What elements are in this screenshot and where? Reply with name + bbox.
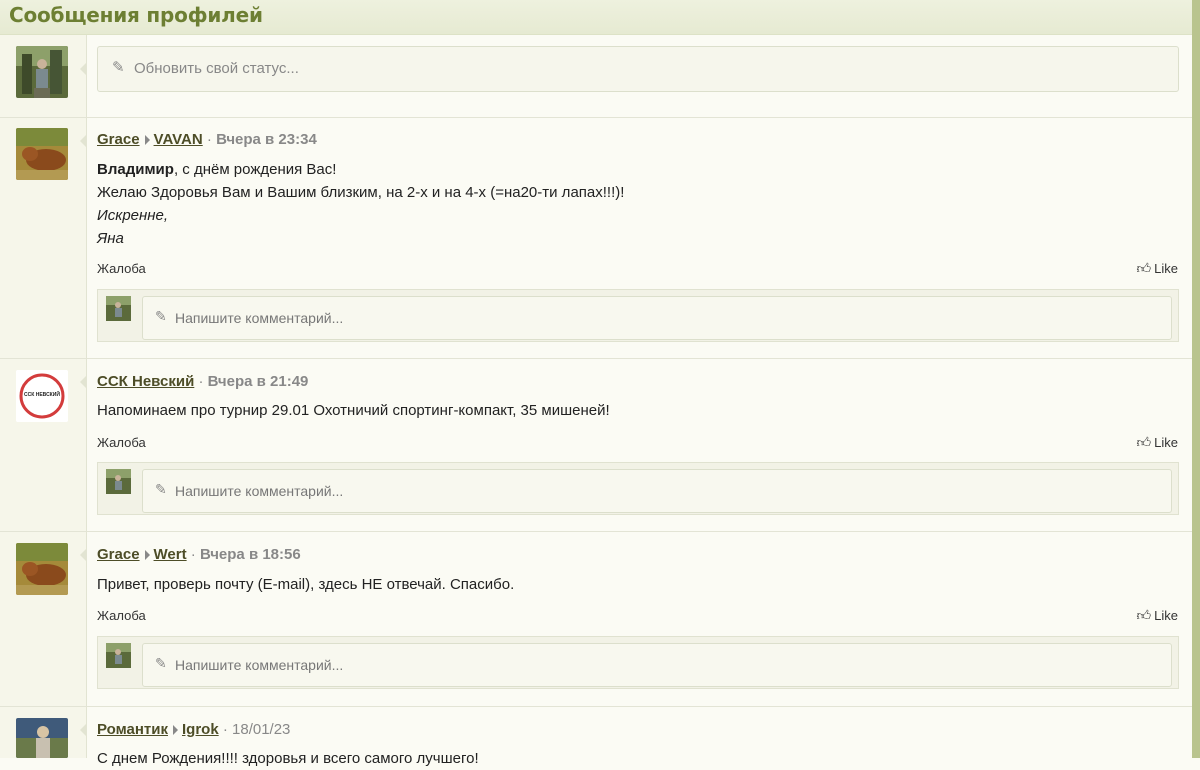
status-update-row: ✎ Обновить свой статус... [0, 35, 1192, 118]
report-link[interactable]: Жалоба [97, 608, 146, 623]
author-avatar[interactable]: ССК НЕВСКИЙ [16, 370, 68, 422]
scroll-accent-bar [1192, 0, 1200, 758]
author-link[interactable]: Grace [97, 546, 140, 563]
thumbs-up-icon: 👍︎ [1136, 607, 1152, 623]
profile-post: Grace Wert · Вчера в 18:56 Привет, провер… [0, 532, 1192, 707]
message-line: Искренне, [97, 207, 169, 224]
page-title: Сообщения профилей [9, 3, 263, 27]
like-button[interactable]: 👍︎ Like [1137, 607, 1179, 624]
recipient-link[interactable]: Wert [154, 546, 187, 563]
like-button[interactable]: 👍︎ Like [1137, 434, 1179, 451]
comment-input[interactable]: ✎ Напишите комментарий... [142, 296, 1172, 340]
pointer-arrow [80, 134, 87, 148]
page-header: Сообщения профилей [0, 0, 1192, 35]
comment-area: ✎ Напишите комментарий... [97, 289, 1179, 342]
post-body: С днем Рождения!!!! здоровья и всего сам… [97, 750, 479, 767]
profile-post: Романтик Igrok · 18/01/23 С днем Рождения… [0, 707, 1192, 767]
thumbs-up-icon: 👍︎ [1136, 434, 1152, 450]
thumbs-up-icon: 👍︎ [1136, 260, 1152, 276]
post-meta: Романтик Igrok · 18/01/23 [97, 721, 291, 738]
post-meta: Grace VAVAN · Вчера в 23:34 [97, 131, 317, 148]
post-time[interactable]: Вчера в 23:34 [216, 131, 317, 148]
pointer-arrow [80, 62, 87, 76]
author-link[interactable]: ССК Невский [97, 373, 194, 390]
post-time[interactable]: 18/01/23 [232, 721, 290, 738]
post-meta: Grace Wert · Вчера в 18:56 [97, 546, 301, 563]
report-link[interactable]: Жалоба [97, 435, 146, 450]
greeting-text: , с днём рождения Вас! [173, 161, 337, 178]
pointer-arrow [80, 375, 87, 389]
post-time[interactable]: Вчера в 18:56 [200, 546, 301, 563]
author-avatar[interactable] [16, 543, 68, 595]
pointer-arrow [80, 723, 87, 737]
post-time[interactable]: Вчера в 21:49 [208, 373, 309, 390]
pencil-icon: ✎ [155, 655, 167, 671]
post-meta: ССК Невский · Вчера в 21:49 [97, 373, 309, 390]
post-body: Привет, проверь почту (E-mail), здесь НЕ… [97, 576, 515, 593]
profile-post: ССК НЕВСКИЙ ССК Невский · Вчера в 21:49 … [0, 359, 1192, 532]
pointer-arrow [80, 548, 87, 562]
author-link[interactable]: Романтик [97, 721, 168, 738]
comment-area: ✎ Напишите комментарий... [97, 636, 1179, 689]
comment-input[interactable]: ✎ Напишите комментарий... [142, 469, 1172, 513]
status-input[interactable]: ✎ Обновить свой статус... [97, 46, 1179, 92]
like-button[interactable]: 👍︎ Like [1137, 260, 1179, 277]
pencil-icon: ✎ [112, 59, 125, 76]
recipient-link[interactable]: VAVAN [154, 131, 203, 148]
report-link[interactable]: Жалоба [97, 261, 146, 276]
avatar-logo-text: ССК НЕВСКИЙ [24, 392, 60, 398]
profile-post: Grace VAVAN · Вчера в 23:34 Владимир, с д… [0, 118, 1192, 359]
current-user-avatar[interactable] [16, 46, 68, 98]
post-body: Напоминаем про турнир 29.01 Охотничий сп… [97, 402, 610, 419]
pencil-icon: ✎ [155, 481, 167, 497]
arrow-right-icon [144, 134, 150, 145]
greeting-name: Владимир [97, 161, 174, 178]
comment-placeholder: Напишите комментарий... [175, 310, 344, 326]
commenter-avatar [106, 469, 131, 494]
message-line: Желаю Здоровья Вам и Вашим близким, на 2… [97, 184, 625, 201]
like-label: Like [1154, 435, 1178, 450]
like-label: Like [1154, 608, 1178, 623]
author-link[interactable]: Grace [97, 131, 140, 148]
author-avatar[interactable] [16, 718, 68, 758]
post-body: Владимир, с днём рождения Вас! Желаю Здо… [97, 158, 624, 250]
arrow-right-icon [144, 549, 150, 560]
comment-area: ✎ Напишите комментарий... [97, 462, 1179, 515]
recipient-link[interactable]: Igrok [182, 721, 219, 738]
commenter-avatar [106, 643, 131, 668]
comment-placeholder: Напишите комментарий... [175, 657, 344, 673]
comment-input[interactable]: ✎ Напишите комментарий... [142, 643, 1172, 687]
like-label: Like [1154, 261, 1178, 276]
commenter-avatar [106, 296, 131, 321]
arrow-right-icon [172, 724, 178, 735]
author-avatar[interactable] [16, 128, 68, 180]
status-placeholder: Обновить свой статус... [134, 60, 299, 77]
comment-placeholder: Напишите комментарий... [175, 483, 344, 499]
message-line: Яна [97, 230, 124, 247]
pencil-icon: ✎ [155, 308, 167, 324]
